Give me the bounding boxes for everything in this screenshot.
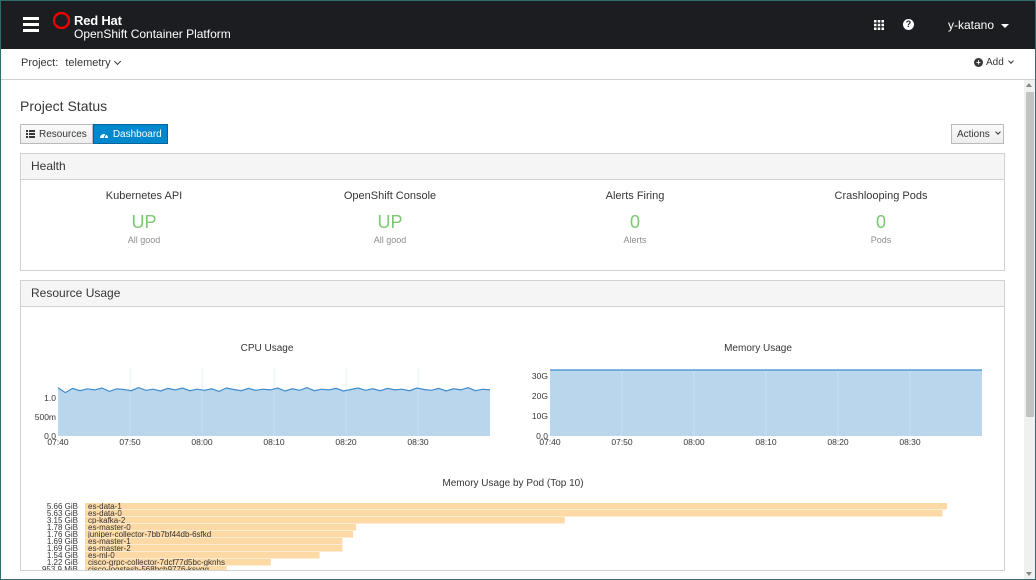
- y-tick-label: 10G: [532, 411, 548, 421]
- health-label: Kubernetes API: [105, 190, 183, 202]
- chart-title: Memory Usage by Pod (Top 10): [442, 478, 583, 489]
- health-value: UP: [377, 212, 403, 232]
- product-name: OpenShift Container Platform: [74, 27, 231, 41]
- list-icon: [26, 130, 35, 138]
- pod-memory-bar: [85, 503, 947, 510]
- help-icon[interactable]: ?: [903, 19, 914, 30]
- user-menu[interactable]: y-katano: [948, 18, 994, 32]
- health-crashlooping-pods: Crashlooping Pods 0 Pods: [781, 190, 981, 245]
- plus-circle-icon: +: [974, 58, 983, 67]
- caret-down-icon[interactable]: [1001, 24, 1009, 28]
- page-title: Project Status: [20, 98, 108, 114]
- resource-usage-title: Resource Usage: [21, 281, 1004, 307]
- masthead: Red Hat OpenShift Container Platform ? y…: [1, 1, 1035, 49]
- redhat-logo-icon: [53, 12, 70, 29]
- pod-memory-bar: [85, 510, 943, 517]
- view-toggle: Resources Dashboard: [20, 124, 168, 144]
- x-tick-label: 07:50: [611, 437, 633, 447]
- health-subtext: Alerts: [623, 235, 647, 245]
- brand-name: Red Hat: [74, 13, 122, 28]
- project-bar: Project: telemetry + Add: [1, 49, 1035, 80]
- resource-usage-panel: Resource Usage CPU Usage 07:40 07:50 08:00 0…: [20, 280, 1005, 571]
- pod-memory-bar: [85, 517, 565, 524]
- scroll-up-arrow-icon[interactable]: [1026, 83, 1032, 87]
- health-value: 0: [629, 212, 640, 232]
- actions-dropdown[interactable]: Actions: [951, 124, 1004, 144]
- dashboard-label: Dashboard: [112, 128, 162, 140]
- app-launcher-icon[interactable]: [874, 20, 884, 30]
- project-name: telemetry: [65, 57, 111, 69]
- y-tick-label: 20G: [532, 391, 548, 401]
- y-tick-label: 1.0: [44, 393, 56, 403]
- dashboard-view-button[interactable]: Dashboard: [92, 124, 168, 144]
- y-tick-label: 0.0: [44, 431, 56, 441]
- resources-view-button[interactable]: Resources: [20, 124, 93, 144]
- scroll-down-arrow-icon[interactable]: [1026, 572, 1032, 576]
- health-alerts-firing: Alerts Firing 0 Alerts: [535, 190, 735, 245]
- health-label: OpenShift Console: [343, 190, 437, 202]
- x-tick-label: 08:00: [683, 437, 705, 447]
- x-tick-label: 08:10: [755, 437, 777, 447]
- add-label: Add: [986, 57, 1004, 68]
- scrollbar-thumb[interactable]: [1026, 92, 1034, 417]
- bar-category-label: cisco-logstash-568bcb9776-ksvgg: [88, 565, 209, 570]
- x-tick-label: 08:00: [191, 437, 213, 447]
- x-tick-label: 08:20: [827, 437, 849, 447]
- chevron-down-icon: [113, 57, 121, 66]
- health-panel: Health Kubernetes API UP All good OpenSh…: [20, 153, 1005, 271]
- health-panel-title: Health: [21, 154, 1004, 180]
- resource-usage-charts: CPU Usage07:40 07:50 08:00 08:10 08:20 08:300…: [35, 343, 982, 570]
- health-subtext: All good: [373, 235, 407, 245]
- chevron-down-icon: [994, 129, 1001, 135]
- chart-title: CPU Usage: [241, 343, 294, 354]
- x-tick-label: 07:50: [119, 437, 141, 447]
- chart-title: Memory Usage: [724, 343, 792, 354]
- x-tick-label: 08:20: [335, 437, 357, 447]
- chevron-down-icon: [1007, 58, 1014, 64]
- health-subtext: Pods: [870, 235, 892, 245]
- x-tick-label: 08:30: [407, 437, 429, 447]
- bar-value-label: 953.9 MiB: [42, 565, 78, 570]
- health-label: Alerts Firing: [605, 190, 665, 202]
- resources-label: Resources: [39, 128, 87, 140]
- health-label: Crashlooping Pods: [834, 190, 928, 202]
- y-tick-label: 0.0: [536, 431, 548, 441]
- health-value: UP: [131, 212, 157, 232]
- menu-icon[interactable]: [23, 17, 39, 33]
- y-tick-label: 30G: [532, 371, 548, 381]
- actions-label: Actions: [957, 128, 990, 140]
- health-subtext: All good: [127, 235, 161, 245]
- x-tick-label: 08:30: [899, 437, 921, 447]
- dashboard-gauge-icon: [99, 133, 108, 138]
- add-menu-button[interactable]: + Add: [974, 57, 1014, 68]
- project-selector[interactable]: Project: telemetry: [21, 57, 121, 69]
- x-tick-label: 08:10: [263, 437, 285, 447]
- health-openshift-console: OpenShift Console UP All good: [290, 190, 490, 245]
- health-kubernetes-api: Kubernetes API UP All good: [44, 190, 244, 245]
- health-value: 0: [875, 212, 886, 232]
- project-label: Project:: [21, 57, 59, 69]
- y-tick-label: 500m: [35, 412, 56, 422]
